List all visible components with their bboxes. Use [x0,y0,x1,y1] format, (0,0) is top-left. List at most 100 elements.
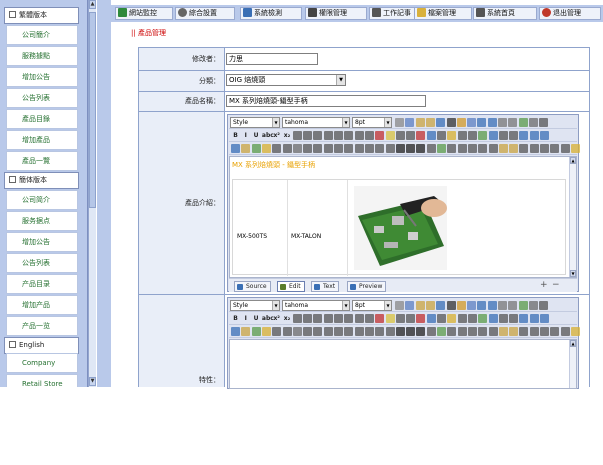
zoom-in-button[interactable]: + [540,280,548,290]
redo-icon[interactable] [487,118,497,127]
symbol-icon[interactable] [457,327,467,336]
sidebar-item-service-points[interactable]: 服務據點 [6,46,78,66]
circle-icon[interactable] [540,144,549,153]
text-field-icon[interactable] [272,144,282,153]
paste-word-icon[interactable] [436,118,446,127]
sidebar-item-product-catalog-sc[interactable]: 产品目录 [6,274,78,294]
sidebar-item-notice-list-sc[interactable]: 公告列表 [6,253,78,273]
help-icon[interactable] [529,131,539,140]
line-icon[interactable] [467,131,477,140]
delete-icon[interactable] [446,301,456,310]
preview-icon[interactable] [488,314,498,323]
ordered-list-icon[interactable] [334,131,343,140]
save-icon[interactable] [540,314,549,323]
omega-icon[interactable] [313,327,323,336]
lock-icon[interactable] [570,144,580,153]
cell-icon[interactable] [364,144,374,153]
print-icon[interactable] [539,301,549,310]
diamond-icon[interactable] [550,327,560,336]
symbol-icon[interactable] [457,144,467,153]
link-icon[interactable] [498,118,507,127]
paste-word-icon[interactable] [436,301,446,310]
nav-system-home[interactable]: 系統首頁 [473,7,537,20]
sidebar-item-company[interactable]: 公司簡介 [6,25,78,45]
line-icon[interactable] [467,314,477,323]
align-right-icon[interactable] [313,314,323,323]
nav-site-monitor[interactable]: 網站監控 [115,7,173,20]
source-icon[interactable] [519,314,529,323]
indent-icon[interactable] [364,314,374,323]
special-char-icon[interactable] [437,314,446,323]
font-select[interactable]: tahoma ▼ [282,117,350,128]
flag-icon[interactable] [241,144,251,153]
help-icon[interactable] [529,314,539,323]
sidebar-item-product-list-sc[interactable]: 产品一览 [6,316,78,336]
font-down-icon[interactable] [416,327,426,336]
row-icon[interactable] [344,327,354,336]
form-icon[interactable] [457,314,467,323]
smiley-icon[interactable] [261,327,271,336]
clean-icon[interactable] [498,327,508,336]
style-select[interactable]: Style ▼ [230,117,280,128]
media-icon[interactable] [426,314,436,323]
emoticon-icon[interactable] [447,131,457,140]
redo-icon[interactable] [487,301,497,310]
justify-icon[interactable] [323,131,333,140]
nav-logout[interactable]: 退出管理 [539,7,601,20]
sidebar-item-add-product[interactable]: 增加產品 [6,130,78,150]
align-right-icon[interactable] [313,131,323,140]
diamond-icon[interactable] [550,144,560,153]
font-down-icon[interactable] [416,144,426,153]
smiley-icon[interactable] [261,144,271,153]
column-icon[interactable] [354,144,364,153]
scroll-up-icon[interactable]: ▲ [89,0,96,9]
nav-permissions[interactable]: 權限管理 [305,7,367,20]
text-size-icon[interactable] [395,327,405,336]
unlink-icon[interactable] [508,301,518,310]
template-icon[interactable] [437,144,446,153]
column-icon[interactable] [354,327,364,336]
zoom-out-button[interactable]: − [552,280,560,290]
superscript-icon[interactable]: x² [272,314,281,323]
cut-icon[interactable] [395,118,404,127]
sidebar-scrollbar[interactable]: ▲ ▼ [88,0,96,387]
sidebar-item-product-catalog[interactable]: 產品目錄 [6,109,78,129]
flash-icon[interactable] [416,314,426,323]
text-field-icon[interactable] [272,327,282,336]
check-spelling-icon[interactable] [456,301,466,310]
bold-icon[interactable]: B [231,314,240,323]
print-icon[interactable] [282,327,292,336]
font-color-icon[interactable] [375,314,385,323]
find-icon[interactable] [467,301,477,310]
format-icon[interactable] [509,327,519,336]
table-icon[interactable] [528,301,538,310]
split-icon[interactable] [385,144,395,153]
sidebar-section-simplified[interactable]: 簡体版本 [4,172,79,189]
product-name-input[interactable]: MX 系列焙燒頭-鑷型手柄 [226,95,426,107]
link-icon[interactable] [498,301,507,310]
strikethrough-icon[interactable]: abc [262,314,274,323]
style-select[interactable]: Style ▼ [230,300,280,311]
sidebar-item-add-notice[interactable]: 增加公告 [6,67,78,87]
scroll-up-icon[interactable]: ▲ [570,340,576,347]
image-map-icon[interactable] [478,131,488,140]
editor-scrollbar[interactable]: ▲ [569,340,576,388]
check-spelling-icon[interactable] [456,118,466,127]
highlight-icon[interactable] [385,314,395,323]
justify-icon[interactable] [323,314,333,323]
table-props-icon[interactable] [334,327,343,336]
italic-icon[interactable]: I [241,131,250,140]
picture-icon[interactable] [251,144,261,153]
grid-icon[interactable] [323,144,333,153]
nav-system-check[interactable]: 系統檢測 [240,7,302,20]
format-icon[interactable] [509,144,519,153]
highlight-icon[interactable] [385,131,395,140]
undo-icon[interactable] [477,301,487,310]
cell-icon[interactable] [364,327,374,336]
abbr-icon[interactable] [467,327,477,336]
print-icon[interactable] [282,144,292,153]
box-icon[interactable] [426,327,436,336]
paste-icon[interactable] [415,118,425,127]
indent-icon[interactable] [364,131,374,140]
scroll-down-icon[interactable]: ▼ [570,270,576,277]
